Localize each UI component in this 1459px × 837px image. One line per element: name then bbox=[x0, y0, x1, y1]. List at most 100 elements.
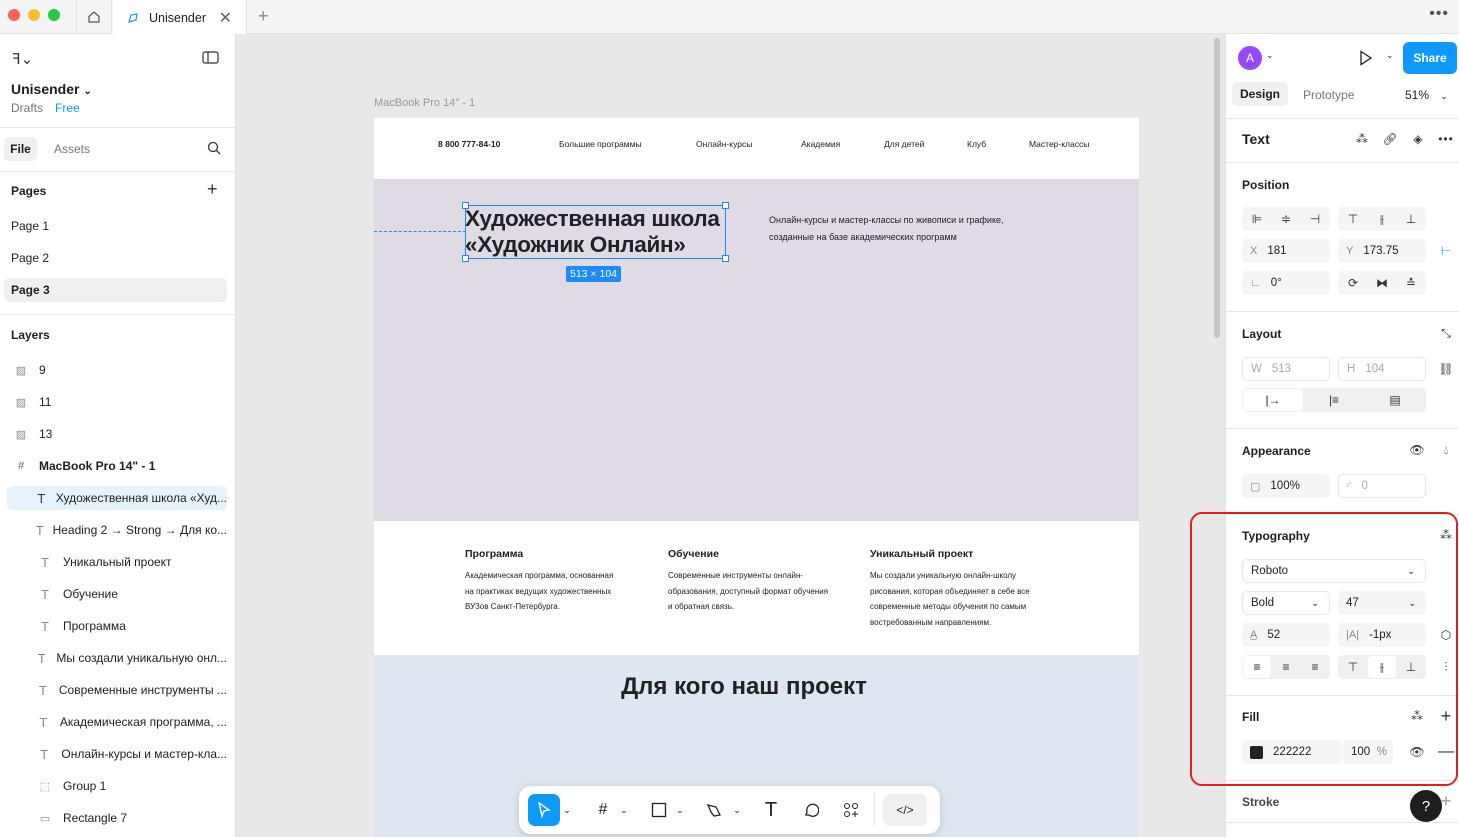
pen-tool-icon[interactable] bbox=[701, 794, 729, 826]
search-icon[interactable] bbox=[207, 141, 221, 155]
eye-icon[interactable]: 👁︎ bbox=[1403, 438, 1431, 462]
constraints-icon[interactable]: ⊢ bbox=[1432, 239, 1459, 263]
align-center-h-icon[interactable]: ≑ bbox=[1272, 207, 1300, 231]
home-tab[interactable] bbox=[76, 0, 112, 34]
flip-vertical-icon[interactable]: ≛ bbox=[1397, 271, 1425, 295]
width-field[interactable]: W 513 bbox=[1242, 357, 1330, 381]
height-field[interactable]: H 104 bbox=[1338, 357, 1426, 381]
text-align-middle-icon[interactable]: ⫲ bbox=[1368, 656, 1396, 678]
align-right-icon[interactable]: ⊣ bbox=[1301, 207, 1329, 231]
letter-spacing-field[interactable]: |A| -1px bbox=[1338, 623, 1426, 647]
more-icon[interactable]: ••• bbox=[1432, 127, 1459, 151]
actions-tool-icon[interactable] bbox=[837, 794, 865, 826]
layer-item-selected[interactable]: T Художественная школа «Худ... bbox=[7, 486, 227, 510]
text-tool-icon[interactable]: T bbox=[757, 794, 785, 826]
font-family-select[interactable]: Roboto ⌄ bbox=[1242, 559, 1426, 583]
page-item-active[interactable]: Page 3 bbox=[4, 278, 227, 302]
fill-styles-icon[interactable]: ⁂ bbox=[1403, 704, 1431, 728]
frame-label[interactable]: MacBook Pro 14" - 1 bbox=[374, 97, 475, 109]
text-align-left-icon[interactable]: ≡ bbox=[1243, 656, 1271, 678]
corner-radius-field[interactable]: ◜ 0 bbox=[1338, 474, 1426, 498]
text-options-icon[interactable]: ⫶ bbox=[1432, 655, 1459, 679]
layer-item[interactable]: T Онлайн-курсы и мастер-кла... bbox=[7, 742, 227, 766]
maximize-window-button[interactable] bbox=[48, 9, 60, 21]
text-align-bottom-icon[interactable]: ⊥ bbox=[1397, 655, 1425, 679]
fill-color-field[interactable]: 222222 bbox=[1242, 740, 1342, 764]
nav-link[interactable]: Академия bbox=[801, 139, 840, 149]
constrain-proportions-icon[interactable]: ⛓︎ bbox=[1432, 357, 1459, 381]
layer-item[interactable]: ⬚ Group 1 bbox=[7, 774, 227, 798]
layer-item[interactable]: T Heading 2 → Strong → Для ко... bbox=[7, 518, 227, 542]
chevron-down-icon[interactable]: ⌄ bbox=[731, 794, 743, 826]
sidebar-toggle-icon[interactable] bbox=[202, 51, 219, 64]
remove-fill-icon[interactable]: — bbox=[1432, 740, 1459, 764]
avatar[interactable]: A bbox=[1238, 46, 1262, 70]
minimize-window-button[interactable] bbox=[28, 9, 40, 21]
plan-badge[interactable]: Free bbox=[55, 101, 80, 115]
nav-link[interactable]: Большие программы bbox=[559, 139, 642, 149]
fill-opacity-field[interactable]: 100% bbox=[1343, 740, 1393, 764]
layer-item[interactable]: ▨ 13 bbox=[7, 422, 227, 446]
layer-item[interactable]: ▨ 11 bbox=[7, 390, 227, 414]
component-icon[interactable]: ◈ bbox=[1404, 127, 1432, 151]
resize-handle[interactable] bbox=[462, 202, 469, 209]
chevron-down-icon[interactable]: ⌄ bbox=[561, 794, 573, 826]
layer-item[interactable]: T Уникальный проект bbox=[7, 550, 227, 574]
rectangle-tool-icon[interactable] bbox=[645, 794, 673, 826]
text-styles-icon[interactable]: ⁂ bbox=[1432, 523, 1459, 547]
resize-handle[interactable] bbox=[722, 255, 729, 262]
canvas-scrollbar[interactable] bbox=[1214, 38, 1220, 338]
layer-item[interactable]: ▨ 9 bbox=[7, 358, 227, 382]
layer-item[interactable]: T Мы создали уникальную онл... bbox=[7, 646, 227, 670]
frame-tool-icon[interactable]: # bbox=[589, 794, 617, 826]
nav-phone[interactable]: 8 800 777-84-10 bbox=[438, 139, 500, 149]
new-tab-button[interactable]: + bbox=[258, 6, 269, 27]
blend-icon[interactable]: 💧︎ bbox=[1432, 438, 1459, 462]
present-icon[interactable] bbox=[1359, 50, 1373, 66]
auto-width-icon[interactable]: |→ bbox=[1243, 389, 1303, 411]
line-height-field[interactable]: A̲ 52 bbox=[1242, 623, 1330, 647]
y-field[interactable]: Y 173.75 bbox=[1338, 239, 1426, 263]
layer-item-frame[interactable]: # MacBook Pro 14" - 1 bbox=[7, 454, 227, 478]
tab-design[interactable]: Design bbox=[1232, 82, 1288, 106]
layer-item[interactable]: T Программа bbox=[7, 614, 227, 638]
text-align-top-icon[interactable]: ⊤ bbox=[1339, 655, 1367, 679]
resize-handle[interactable] bbox=[462, 255, 469, 262]
layer-item[interactable]: T Академическая программа, ... bbox=[7, 710, 227, 734]
tab-file[interactable]: File bbox=[4, 137, 37, 161]
font-weight-select[interactable]: Bold ⌄ bbox=[1242, 591, 1330, 615]
feature-card[interactable]: Обучение Современные инструменты онлайн-… bbox=[668, 548, 863, 615]
align-top-icon[interactable]: ⊤ bbox=[1339, 207, 1367, 231]
close-tab-icon[interactable]: ✕ bbox=[219, 8, 232, 28]
hero-description[interactable]: Онлайн-курсы и мастер-классы по живописи… bbox=[769, 212, 1004, 246]
nav-link[interactable]: Онлайн-курсы bbox=[696, 139, 752, 149]
nav-link[interactable]: Мастер-классы bbox=[1029, 139, 1089, 149]
align-middle-icon[interactable]: ⫲ bbox=[1368, 207, 1396, 231]
feature-card[interactable]: Уникальный проект Мы создали уникальную … bbox=[870, 548, 1070, 630]
grid-icon[interactable]: ⁂ bbox=[1348, 127, 1376, 151]
resize-handle[interactable] bbox=[722, 202, 729, 209]
x-field[interactable]: X 181 bbox=[1242, 239, 1330, 263]
more-icon[interactable]: ••• bbox=[1429, 5, 1449, 23]
flip-horizontal-icon[interactable]: ⧓ bbox=[1368, 271, 1396, 295]
rotation-field[interactable]: ∟ 0° bbox=[1242, 271, 1330, 295]
chevron-down-icon[interactable]: ⌄ bbox=[1386, 50, 1394, 61]
align-bottom-icon[interactable]: ⊥ bbox=[1397, 207, 1425, 231]
collapse-icon[interactable]: ⤡ bbox=[1432, 321, 1459, 345]
selection-box[interactable] bbox=[465, 205, 726, 259]
chevron-down-icon[interactable]: ⌄ bbox=[674, 794, 686, 826]
chevron-down-icon[interactable]: ⌄ bbox=[1266, 50, 1274, 61]
section-title[interactable]: Для кого наш проект bbox=[374, 673, 1114, 701]
font-size-field[interactable]: 47 ⌄ bbox=[1338, 591, 1426, 615]
comment-tool-icon[interactable] bbox=[797, 794, 825, 826]
dev-mode-icon[interactable]: </> bbox=[883, 794, 927, 826]
tab-assets[interactable]: Assets bbox=[54, 142, 90, 156]
file-tab[interactable]: Unisender ✕ bbox=[113, 0, 247, 35]
eye-icon[interactable]: 👁︎ bbox=[1403, 740, 1431, 764]
page-item[interactable]: Page 2 bbox=[4, 246, 227, 270]
link-icon[interactable]: 🔗︎ bbox=[1376, 127, 1404, 151]
close-window-button[interactable] bbox=[8, 9, 20, 21]
drafts-label[interactable]: Drafts bbox=[11, 101, 43, 115]
opacity-field[interactable]: ▢ 100% bbox=[1242, 474, 1330, 498]
share-button[interactable]: Share bbox=[1403, 42, 1457, 74]
